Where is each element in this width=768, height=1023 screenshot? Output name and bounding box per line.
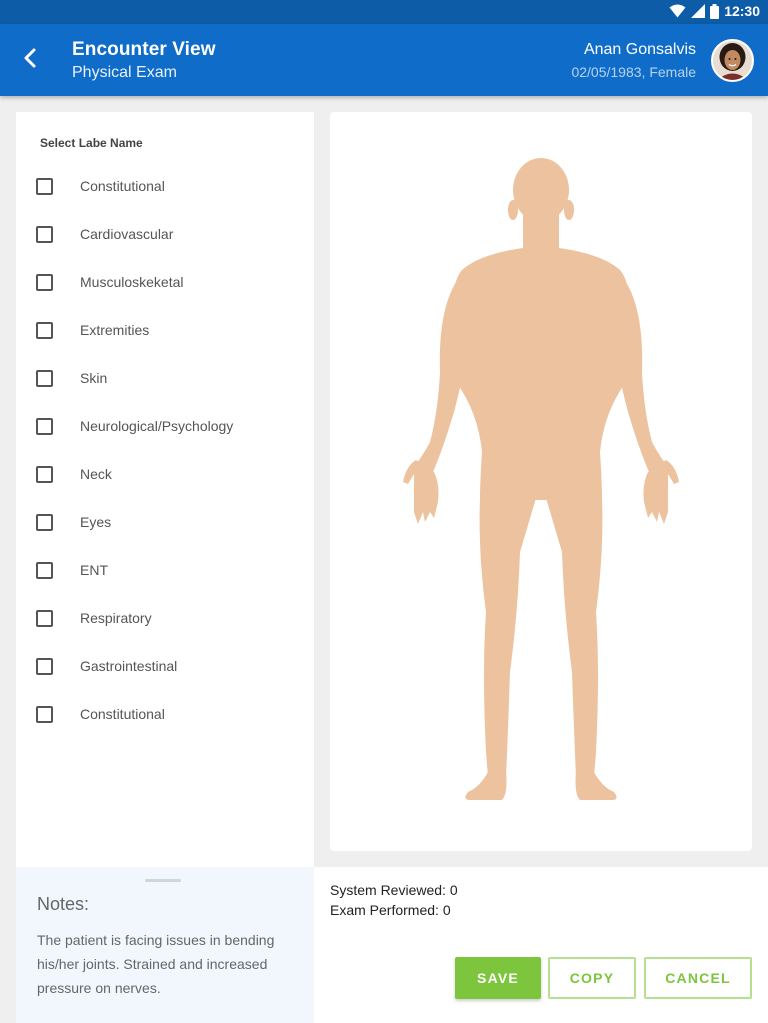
status-icons: 12:30: [669, 3, 760, 19]
exam-stats: System Reviewed: 0 Exam Performed: 0: [330, 880, 458, 920]
foot-right: [575, 772, 617, 800]
notes-title: Notes:: [37, 894, 90, 914]
copy-button[interactable]: COPY: [548, 957, 636, 999]
page-title: Encounter View: [72, 39, 216, 60]
checkbox[interactable]: [36, 177, 53, 195]
checkbox-label: Eyes: [80, 514, 112, 530]
checkbox[interactable]: [36, 609, 53, 627]
checkbox[interactable]: [36, 273, 53, 291]
checkbox-label: Neurological/Psychology: [80, 418, 234, 434]
save-button[interactable]: SAVE: [455, 957, 541, 999]
checkbox[interactable]: [36, 417, 53, 435]
checkbox-label: Extremities: [80, 322, 150, 338]
list-item[interactable]: ENT: [16, 546, 314, 594]
checkbox[interactable]: [36, 657, 53, 675]
list-item[interactable]: Neck: [16, 450, 314, 498]
app-bar: Encounter View Physical Exam Anan Gonsal…: [0, 24, 768, 96]
notes-panel: Notes: The patient is facing issues in b…: [16, 867, 314, 1023]
checkbox[interactable]: [36, 561, 53, 579]
list-item[interactable]: Gastrointestinal: [16, 642, 314, 690]
list-item[interactable]: Respiratory: [16, 594, 314, 642]
ear-right: [564, 200, 574, 220]
battery-icon: [710, 3, 720, 19]
bottom-actions-area: System Reviewed: 0 Exam Performed: 0 SAV…: [314, 867, 768, 1023]
wifi-icon: [669, 4, 686, 18]
torso: [451, 248, 631, 500]
checkbox[interactable]: [36, 225, 53, 243]
checkbox[interactable]: [36, 465, 53, 483]
status-time: 12:30: [724, 3, 760, 19]
checkbox[interactable]: [36, 321, 53, 339]
neck: [523, 212, 559, 254]
checkbox-label: Cardiovascular: [80, 226, 174, 242]
signal-icon: [691, 4, 706, 18]
list-item[interactable]: Constitutional: [16, 690, 314, 738]
checkbox[interactable]: [36, 705, 53, 723]
checkbox[interactable]: [36, 513, 53, 531]
checkbox-label: Gastrointestinal: [80, 658, 178, 674]
checkbox-label: ENT: [80, 562, 108, 578]
body-map-panel: [330, 112, 752, 851]
panel-header: Select Labe Name: [40, 136, 143, 150]
chevron-left-icon: [23, 47, 37, 74]
exam-system-panel: Select Labe Name Constitutional Cardiova…: [16, 112, 314, 867]
patient-meta: 02/05/1983, Female: [571, 64, 696, 80]
system-reviewed-count: System Reviewed: 0: [330, 882, 458, 898]
list-item[interactable]: Cardiovascular: [16, 210, 314, 258]
title-block: Encounter View Physical Exam: [72, 39, 216, 82]
list-item[interactable]: Neurological/Psychology: [16, 402, 314, 450]
page-subtitle: Physical Exam: [72, 64, 177, 81]
notes-text[interactable]: The patient is facing issues in bending …: [37, 928, 297, 1000]
foot-left: [465, 772, 507, 800]
checkbox[interactable]: [36, 369, 53, 387]
list-item[interactable]: Musculoskeketal: [16, 258, 314, 306]
back-button[interactable]: [12, 42, 48, 78]
checkbox-label: Respiratory: [80, 610, 152, 626]
status-bar: 12:30: [0, 0, 768, 24]
leg-left: [479, 498, 536, 777]
exam-system-list: Constitutional Cardiovascular Musculoske…: [16, 162, 314, 738]
list-item[interactable]: Eyes: [16, 498, 314, 546]
avatar[interactable]: [711, 39, 754, 82]
ear-left: [508, 200, 518, 220]
drag-handle[interactable]: [145, 879, 181, 882]
list-item[interactable]: Skin: [16, 354, 314, 402]
arm-left: [416, 282, 470, 474]
exam-performed-count: Exam Performed: 0: [330, 902, 451, 918]
checkbox-label: Constitutional: [80, 706, 165, 722]
checkbox-label: Constitutional: [80, 178, 165, 194]
arm-right: [612, 282, 666, 474]
checkbox-label: Neck: [80, 466, 112, 482]
cancel-button[interactable]: CANCEL: [644, 957, 752, 999]
checkbox-label: Skin: [80, 370, 108, 386]
human-body-figure[interactable]: [330, 112, 752, 851]
patient-name: Anan Gonsalvis: [583, 41, 696, 58]
list-item[interactable]: Constitutional: [16, 162, 314, 210]
leg-right: [546, 498, 603, 777]
checkbox-label: Musculoskeketal: [80, 274, 184, 290]
patient-info: Anan Gonsalvis 02/05/1983, Female: [571, 41, 696, 80]
list-item[interactable]: Extremities: [16, 306, 314, 354]
